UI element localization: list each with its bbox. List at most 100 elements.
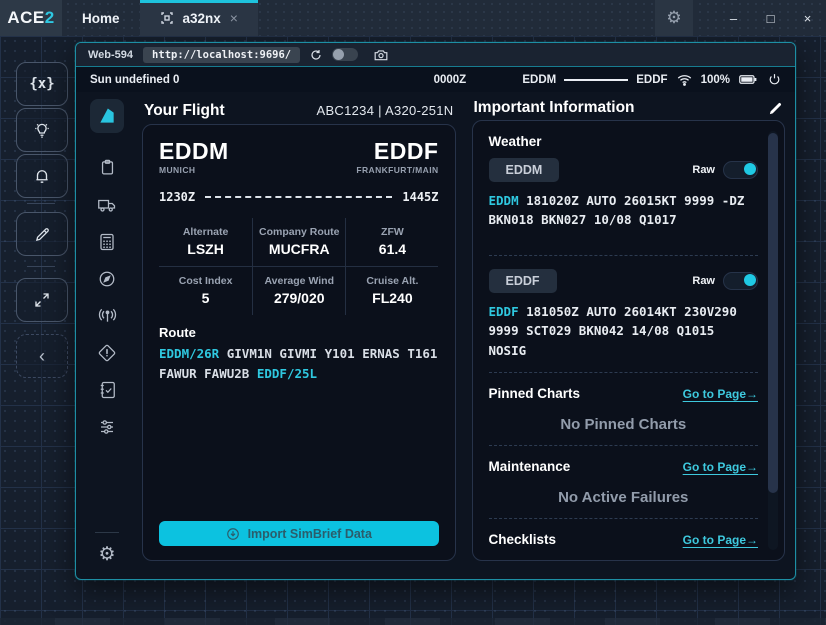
departure-time: 1230Z — [159, 190, 195, 204]
window-close-button[interactable]: × — [789, 0, 826, 36]
lightbulb-icon — [33, 121, 51, 139]
important-info-panel: Important Information Weather EDDM Raw — [472, 97, 786, 561]
station-pill-eddf[interactable]: EDDF — [489, 269, 557, 293]
no-active-failures-text: No Active Failures — [489, 489, 759, 506]
arrival-airport: EDDF FRANKFURT/MAIN — [356, 139, 438, 175]
fullscreen-tool-button[interactable] — [16, 278, 68, 322]
settings-gear-icon[interactable]: ⚙ — [655, 0, 693, 36]
addon-icon — [160, 11, 174, 25]
efb-settings-gear-icon[interactable]: ⚙ — [98, 543, 115, 566]
browser-bar: Web-594 http://localhost:9696/ — [76, 43, 795, 66]
weather-label: Weather — [489, 134, 759, 149]
toggle-knob — [744, 163, 756, 175]
route-label: Route — [159, 325, 439, 340]
checklists-label: Checklists — [489, 532, 557, 547]
warning-diamond-icon — [98, 344, 116, 362]
expand-arrows-icon — [33, 291, 51, 309]
app-logo: ACE2 — [0, 0, 62, 36]
edit-tool-button[interactable] — [16, 212, 68, 256]
nav-dispatch[interactable] — [76, 149, 138, 186]
tab-a32nx[interactable]: a32nx × — [140, 0, 258, 36]
refresh-icon[interactable] — [310, 49, 322, 61]
your-flight-title: Your Flight — [144, 102, 225, 120]
toolbar-divider — [27, 266, 55, 267]
nav-ground[interactable] — [76, 186, 138, 223]
notifications-tool-button[interactable] — [16, 154, 68, 198]
nav-checklists[interactable] — [76, 371, 138, 408]
nav-failures[interactable] — [76, 334, 138, 371]
flight-number-aircraft: ABC1234 | A320-251N — [316, 103, 453, 118]
antenna-icon — [98, 307, 117, 324]
raw-label: Raw — [692, 164, 715, 176]
section-divider — [489, 372, 759, 373]
toolbar-divider — [27, 203, 55, 204]
nav-navigation[interactable] — [76, 260, 138, 297]
statusbar-date: Sun undefined 0 — [90, 74, 179, 86]
raw-label: Raw — [692, 275, 715, 287]
bell-icon — [33, 167, 51, 185]
scrollbar-track[interactable] — [768, 131, 778, 550]
url-input[interactable]: http://localhost:9696/ — [143, 47, 300, 63]
route-progress-line — [564, 79, 628, 81]
nav-performance[interactable] — [76, 223, 138, 260]
battery-percent: 100% — [701, 74, 730, 86]
toggle-knob — [744, 274, 756, 286]
rail-divider — [95, 532, 119, 533]
nav-atc[interactable] — [76, 297, 138, 334]
truck-icon — [98, 197, 116, 213]
route-string: EDDM/26R GIVM1N GIVMI Y101 ERNAS T161 FA… — [159, 344, 439, 383]
pinned-charts-goto-link[interactable]: Go to Page→ — [683, 387, 758, 401]
import-simbrief-button[interactable]: Import SimBrief Data — [159, 521, 439, 546]
compass-icon — [98, 270, 116, 288]
detail-company-route: Company RouteMUCFRA — [252, 218, 345, 266]
statusbar-clock: 0000Z — [434, 74, 467, 86]
detail-cost-index: Cost Index5 — [159, 266, 252, 315]
clipboard-icon — [99, 159, 116, 176]
window-maximize-button[interactable]: □ — [752, 0, 789, 36]
session-label: Web-594 — [88, 49, 133, 61]
battery-icon — [739, 74, 757, 85]
window-minimize-button[interactable]: – — [715, 0, 752, 36]
raw-toggle-eddm[interactable] — [723, 161, 758, 179]
important-info-title: Important Information — [474, 99, 635, 117]
your-flight-panel: Your Flight ABC1234 | A320-251N EDDM MUN… — [142, 97, 456, 561]
nav-dashboard-active[interactable] — [90, 99, 124, 133]
edit-pencil-icon[interactable] — [768, 101, 783, 116]
no-pinned-charts-text: No Pinned Charts — [489, 416, 759, 433]
tab-home[interactable]: Home — [62, 0, 140, 36]
wifi-icon — [677, 74, 692, 86]
maintenance-label: Maintenance — [489, 459, 571, 474]
calculator-icon — [99, 233, 115, 251]
pinned-charts-label: Pinned Charts — [489, 386, 581, 401]
browser-toggle[interactable] — [332, 48, 358, 61]
flight-card: EDDM MUNICH EDDF FRANKFURT/MAIN 1230Z 14… — [142, 124, 456, 561]
station-pill-eddm[interactable]: EDDM — [489, 158, 560, 182]
flight-times: 1230Z 1445Z — [159, 190, 439, 204]
maintenance-goto-link[interactable]: Go to Page→ — [683, 460, 758, 474]
tab-close-icon[interactable]: × — [230, 10, 238, 26]
raw-toggle-eddf[interactable] — [723, 272, 758, 290]
efb-nav-rail: ⚙ — [76, 92, 138, 578]
metar-eddm: EDDM 181020Z AUTO 26015KT 9999 -DZ BKN01… — [489, 191, 759, 243]
section-divider — [489, 445, 759, 446]
power-icon[interactable] — [768, 73, 781, 86]
collapse-toolbar-button[interactable]: ‹ — [16, 334, 68, 378]
flight-details-grid: AlternateLSZH Company RouteMUCFRA ZFW61.… — [159, 218, 439, 315]
variables-tool-button[interactable]: {x} — [16, 62, 68, 106]
ideas-tool-button[interactable] — [16, 108, 68, 152]
arrival-time: 1445Z — [402, 190, 438, 204]
checklists-goto-link[interactable]: Go to Page→ — [683, 533, 758, 547]
screenshot-camera-icon[interactable] — [374, 49, 388, 61]
important-info-card: Weather EDDM Raw EDDM 181020Z AUTO 26015… — [472, 120, 786, 561]
download-icon — [226, 527, 240, 541]
detail-alternate: AlternateLSZH — [159, 218, 252, 266]
braces-icon: {x} — [29, 76, 54, 92]
toggle-knob — [333, 49, 344, 60]
nav-presets[interactable] — [76, 408, 138, 445]
app-window: Web-594 http://localhost:9696/ Sun undef… — [75, 42, 796, 580]
scrollbar-thumb[interactable] — [768, 133, 778, 493]
detail-cruise-alt: Cruise Alt.FL240 — [345, 266, 438, 315]
chevron-left-icon: ‹ — [39, 346, 45, 367]
titlebar: ACE2 Home a32nx × ⚙ – □ × — [0, 0, 826, 36]
detail-zfw: ZFW61.4 — [345, 218, 438, 266]
